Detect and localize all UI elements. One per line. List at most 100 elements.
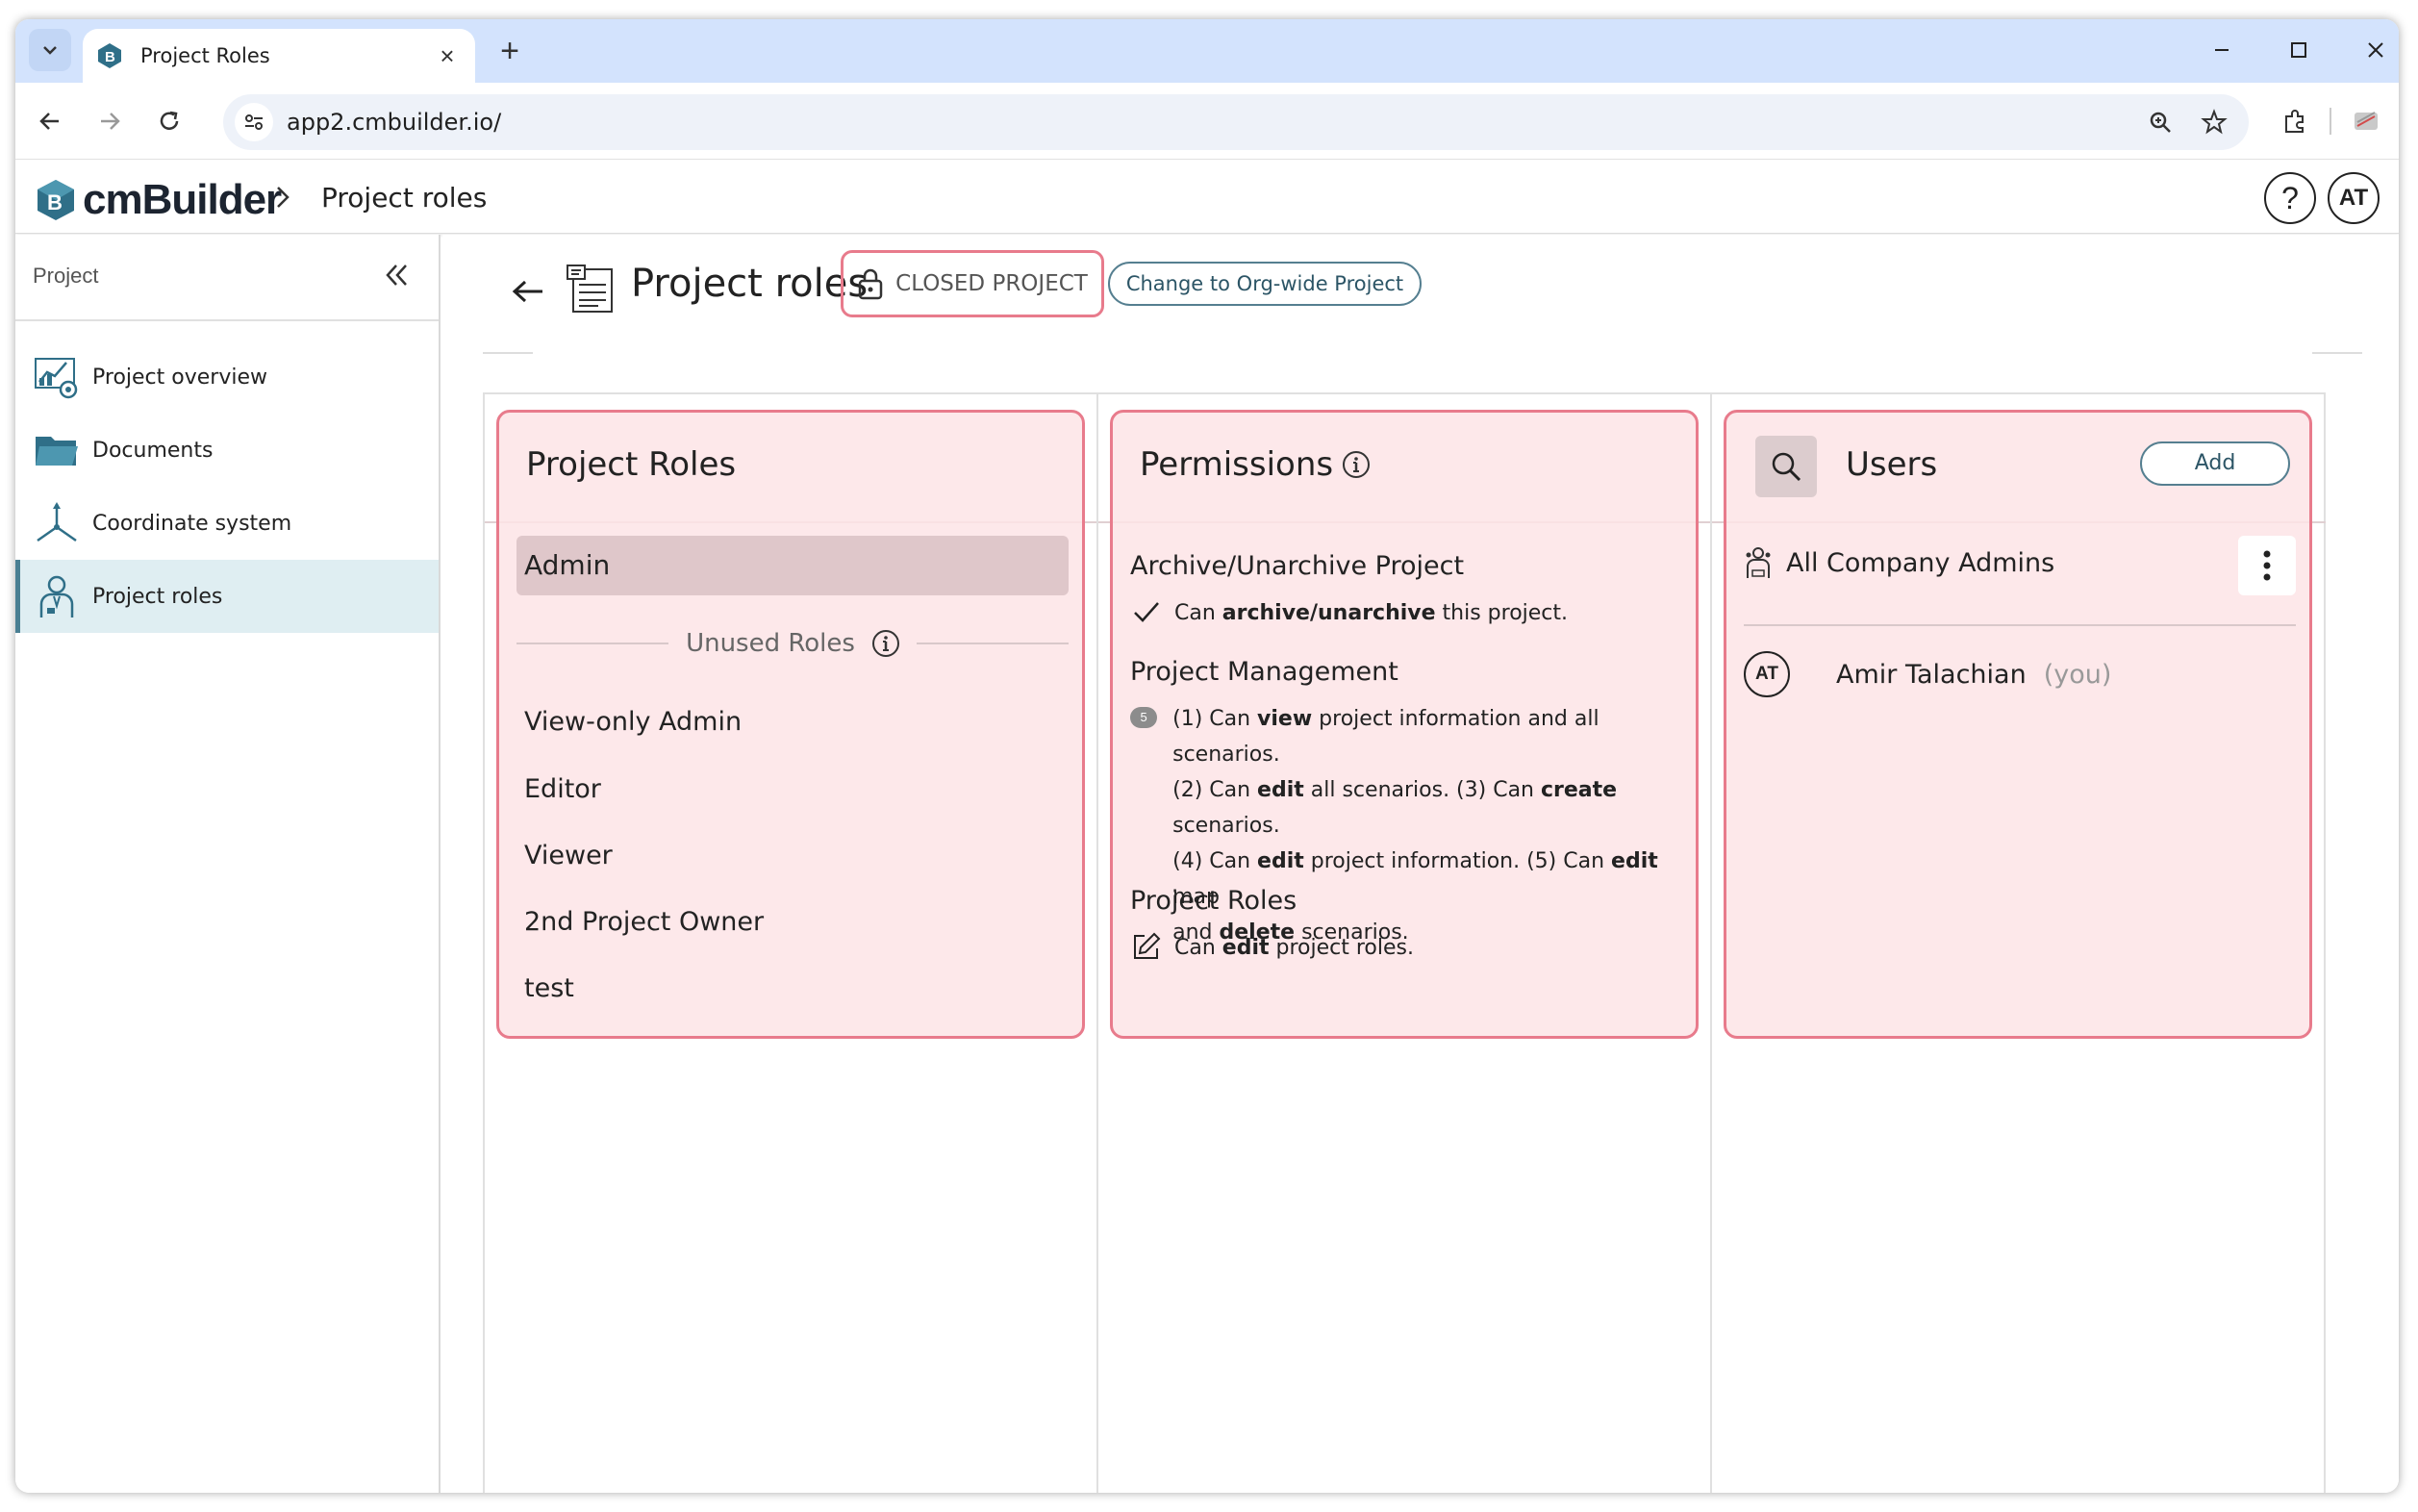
avatar[interactable]: AT	[2328, 172, 2380, 224]
collapse-sidebar-button[interactable]	[377, 256, 416, 294]
divider-line	[916, 643, 1069, 644]
sidebar-item-project-overview[interactable]: Project overview	[15, 340, 439, 414]
reload-icon	[160, 111, 179, 130]
profile-button[interactable]	[2347, 102, 2385, 140]
permissions-column: Permissions Archive/Unarchive Project Ca…	[1098, 394, 1712, 1493]
forward-nav-button[interactable]	[90, 102, 129, 140]
chevron-right-icon	[277, 187, 290, 208]
help-button[interactable]: ?	[2264, 172, 2316, 224]
closed-project-label: CLOSED PROJECT	[895, 271, 1088, 296]
site-info-button[interactable]	[235, 103, 273, 141]
role-item[interactable]: 2nd Project Owner	[524, 907, 764, 937]
cmbuilder-logo[interactable]: B cmBuilder	[35, 176, 282, 224]
address-bar[interactable]: app2.cmbuilder.io/	[223, 94, 2249, 150]
minimize-button[interactable]	[2193, 29, 2251, 71]
sidebar-section-title: Project	[33, 264, 99, 288]
maximize-icon	[2291, 42, 2306, 58]
double-chevron-left-icon	[386, 265, 407, 286]
new-tab-button[interactable]: +	[491, 33, 529, 71]
divider-line	[516, 643, 669, 644]
project-overview-icon	[33, 353, 81, 401]
browser-window: B Project Roles × + app2.cmbuilder.io/ B…	[15, 19, 2399, 1493]
profile-icon	[2355, 112, 2378, 130]
close-icon	[2368, 42, 2383, 58]
roles-panel: Project Roles Admin Unused Roles View-on…	[496, 410, 1085, 1039]
permissions-header: Permissions	[1140, 445, 1372, 484]
edit-icon	[1130, 930, 1163, 963]
zoom-icon	[2150, 112, 2171, 133]
role-item[interactable]: View-only Admin	[524, 707, 742, 737]
info-icon[interactable]	[870, 628, 901, 659]
roles-title: Project Roles	[526, 445, 737, 484]
search-users-button[interactable]	[1755, 436, 1817, 497]
permission-row: Can archive/unarchive this project.	[1130, 595, 1568, 631]
breadcrumb-separator	[271, 182, 294, 217]
tab-close-button[interactable]: ×	[433, 41, 462, 71]
browser-toolbar: app2.cmbuilder.io/	[15, 83, 2399, 160]
permission-group-title: Project Roles	[1130, 886, 1297, 916]
cmbuilder-favicon-icon: B	[98, 43, 121, 68]
role-item[interactable]: Editor	[524, 774, 601, 804]
info-icon[interactable]	[1341, 449, 1372, 480]
coordinate-axes-icon	[33, 499, 81, 547]
url-text: app2.cmbuilder.io/	[287, 109, 502, 136]
user-group-name: All Company Admins	[1786, 547, 2055, 578]
permission-group-title: Archive/Unarchive Project	[1130, 551, 1465, 581]
add-user-button[interactable]: Add	[2140, 441, 2290, 486]
arrow-left-icon	[512, 280, 542, 303]
reload-button[interactable]	[150, 102, 189, 140]
role-item[interactable]: test	[524, 973, 574, 1003]
roles-columns: Project Roles Admin Unused Roles View-on…	[483, 392, 2326, 1493]
svg-text:B: B	[105, 49, 115, 65]
user-group-row[interactable]: All Company Admins	[1744, 545, 2054, 580]
role-item[interactable]: Viewer	[524, 841, 613, 870]
change-to-org-wide-button[interactable]: Change to Org-wide Project	[1108, 262, 1422, 306]
folder-icon	[33, 426, 81, 474]
user-name: Amir Talachian	[1836, 659, 2027, 690]
browser-tab[interactable]: B Project Roles ×	[83, 29, 475, 83]
breadcrumb[interactable]: Project roles	[321, 182, 487, 214]
close-window-button[interactable]	[2347, 29, 2399, 71]
permission-text: Can archive/unarchive this project.	[1174, 601, 1569, 625]
bookmark-button[interactable]	[2195, 103, 2233, 141]
unused-roles-label: Unused Roles	[686, 629, 855, 658]
star-icon	[2201, 109, 2228, 135]
permission-count-badge: 5	[1130, 707, 1158, 728]
more-vertical-icon	[2263, 550, 2271, 581]
users-panel: Users Add All Company Admins AT Amir Tal…	[1724, 410, 2312, 1039]
search-icon	[1772, 452, 1801, 482]
current-user-tag: (you)	[2043, 659, 2112, 690]
app-header: B cmBuilder Project roles ? AT	[15, 161, 2399, 234]
sidebar-item-coordinate-system[interactable]: Coordinate system	[15, 487, 439, 560]
permissions-title: Permissions	[1140, 445, 1334, 484]
user-row[interactable]: AT Amir Talachian (you)	[1744, 651, 2111, 697]
roles-list-icon	[567, 265, 613, 313]
puzzle-icon	[2285, 110, 2304, 133]
extensions-button[interactable]	[2276, 102, 2314, 140]
users-divider	[1744, 624, 2296, 626]
sidebar-item-label: Documents	[92, 438, 214, 463]
minimize-icon	[2215, 49, 2229, 51]
sidebar-item-label: Project roles	[92, 584, 223, 609]
cmbuilder-logo-icon: B	[38, 180, 74, 220]
svg-text:B: B	[47, 190, 63, 214]
header-rule-right	[2312, 352, 2362, 354]
users-title: Users	[1846, 445, 1938, 484]
brand-name: cmBuilder	[83, 176, 282, 223]
arrow-left-icon	[39, 113, 59, 130]
tab-search-button[interactable]	[29, 29, 71, 71]
sidebar-item-documents[interactable]: Documents	[15, 414, 439, 487]
role-item-selected[interactable]: Admin	[516, 536, 1069, 595]
sidebar-item-project-roles[interactable]: Project roles	[15, 560, 439, 633]
back-button[interactable]	[504, 267, 552, 315]
main-content: Project roles CLOSED PROJECT Change to O…	[442, 235, 2399, 1493]
maximize-button[interactable]	[2270, 29, 2328, 71]
user-group-menu-button[interactable]	[2238, 536, 2296, 595]
check-icon	[1130, 595, 1163, 628]
tab-strip: B Project Roles × +	[15, 19, 2399, 83]
zoom-button[interactable]	[2141, 103, 2179, 141]
closed-project-badge: CLOSED PROJECT	[841, 250, 1104, 317]
back-nav-button[interactable]	[31, 102, 69, 140]
page-title: Project roles	[631, 262, 869, 306]
sidebar-item-label: Coordinate system	[92, 511, 292, 536]
